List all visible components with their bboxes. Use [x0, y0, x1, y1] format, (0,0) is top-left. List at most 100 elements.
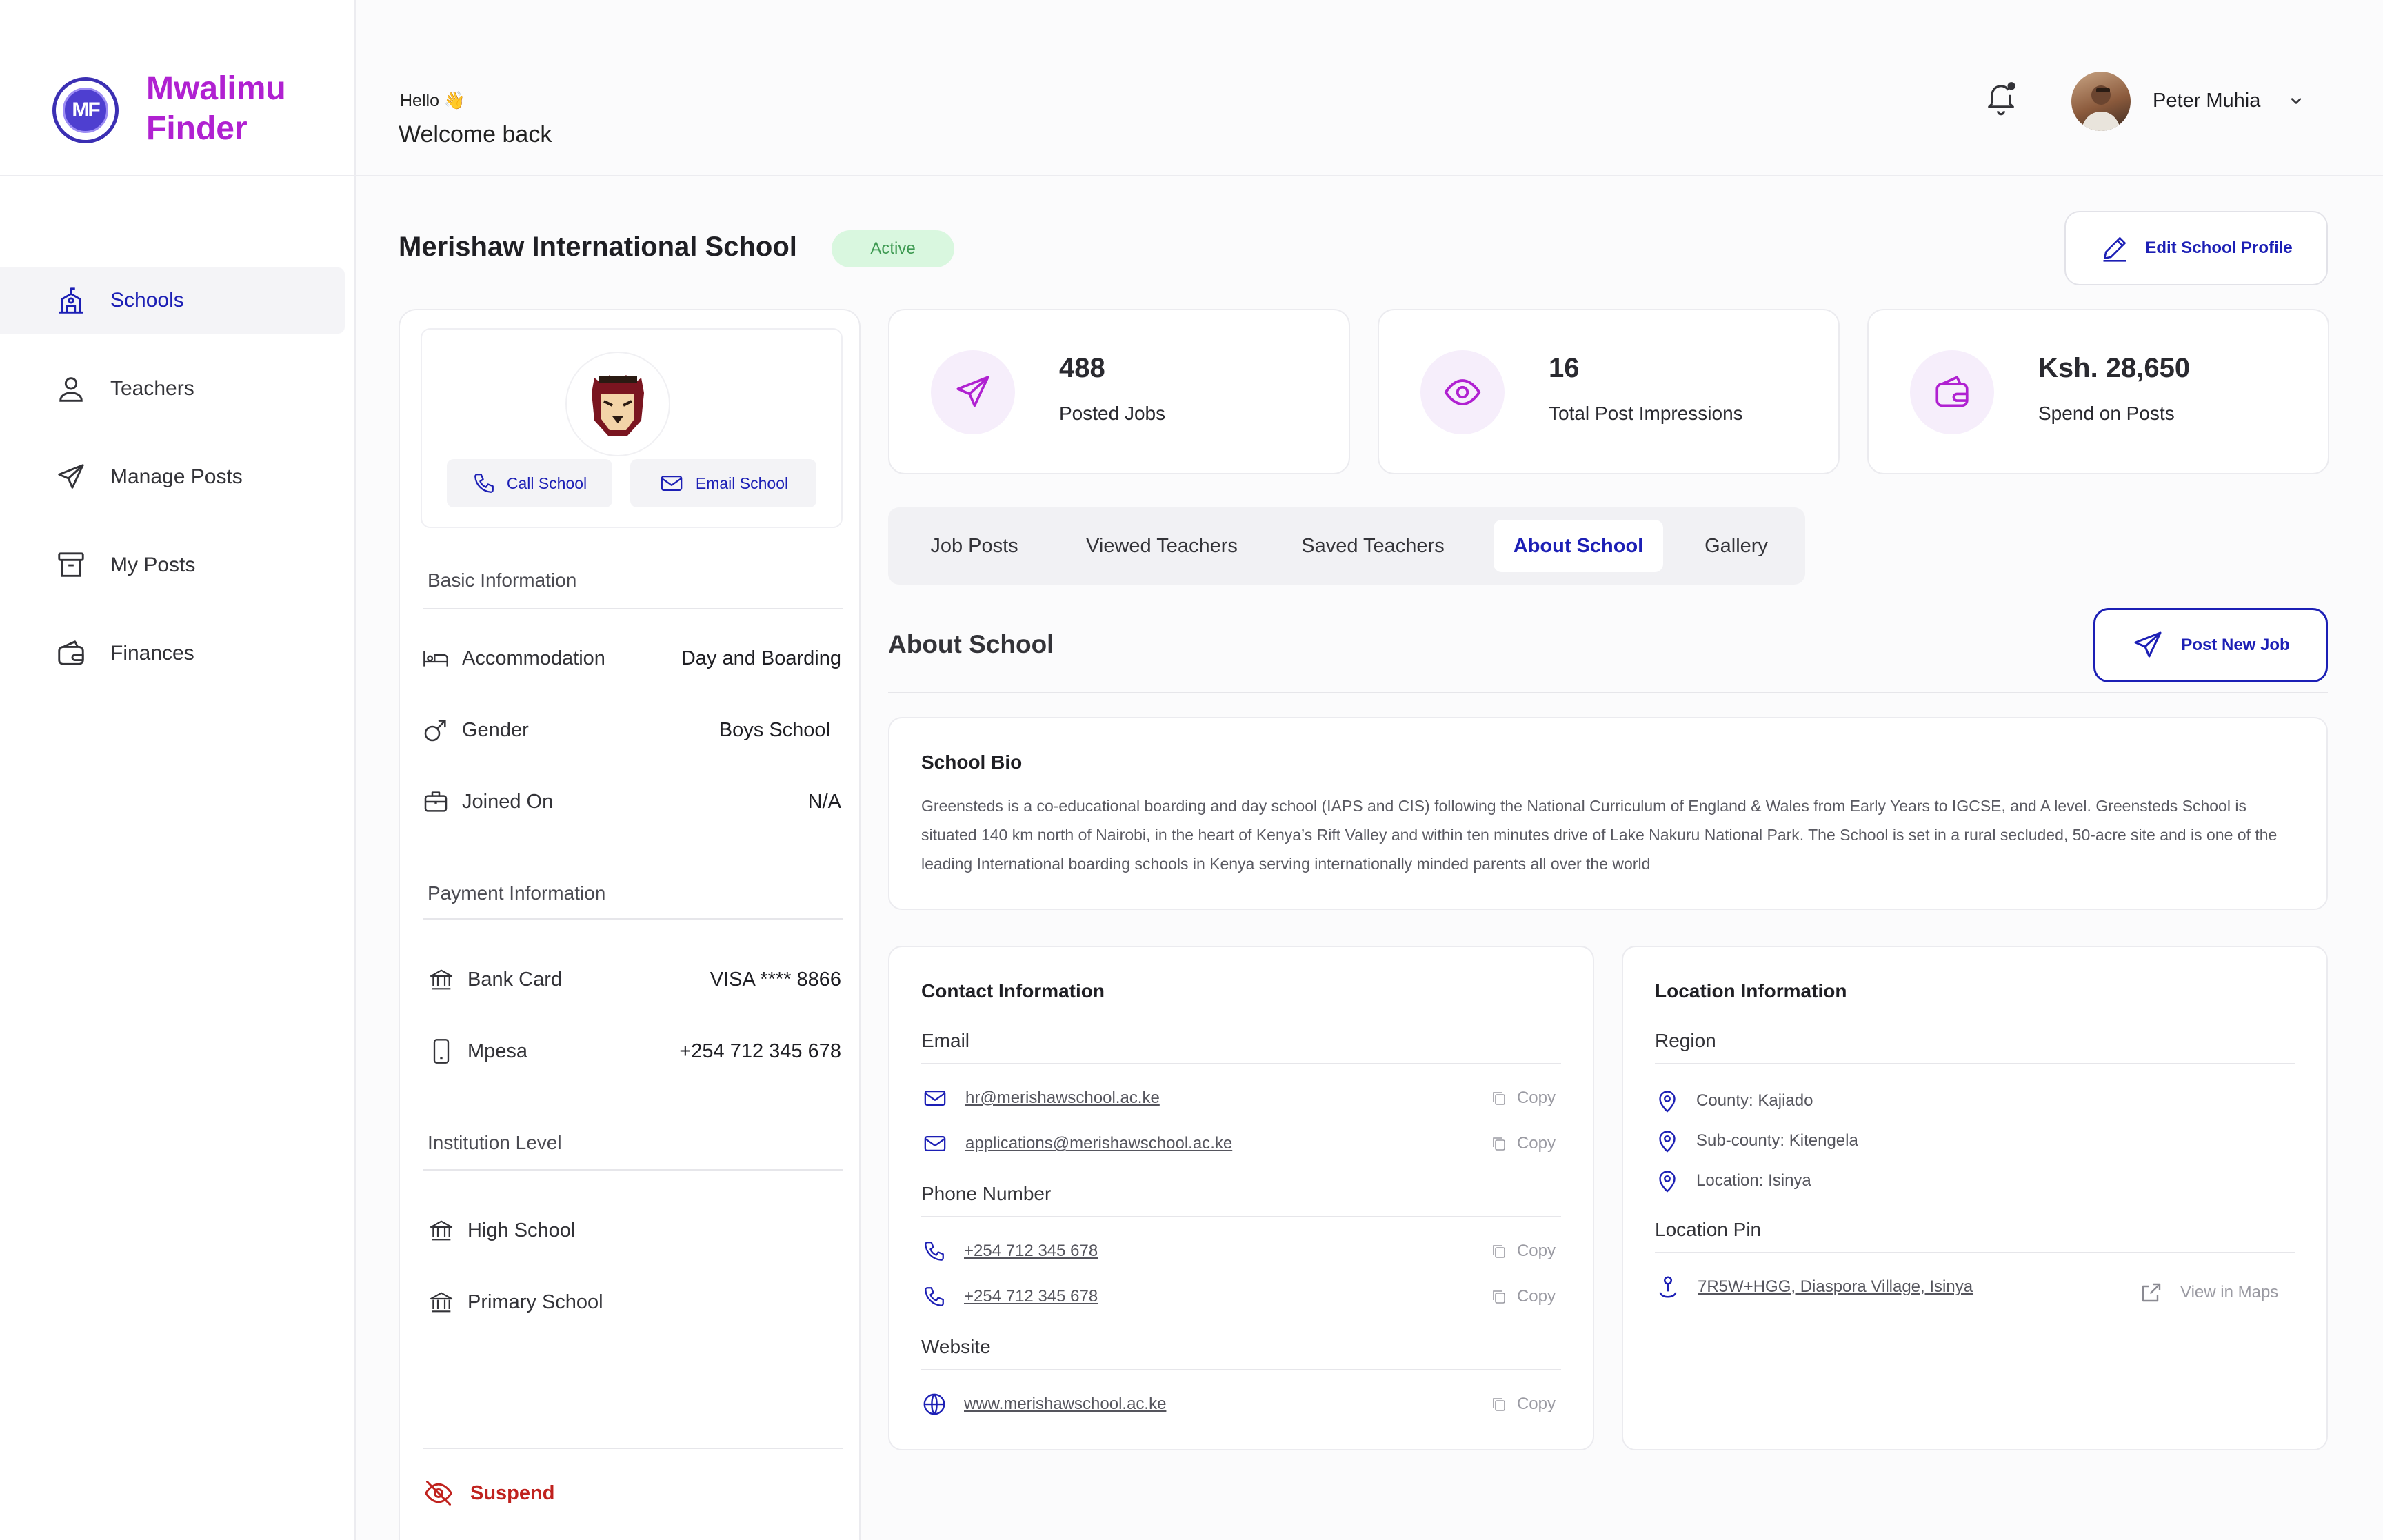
copy-button[interactable]: Copy [1491, 1242, 1556, 1261]
brand-name[interactable]: Mwalimu Finder [146, 69, 346, 149]
location-pin-link[interactable]: 7R5W+HGG, Diaspora Village, Isinya [1698, 1277, 1973, 1297]
wallet-icon [1935, 376, 1969, 407]
institution-level-item: Primary School [428, 1285, 841, 1319]
stat-card-spend: Ksh. 28,650 Spend on Posts [1867, 309, 2329, 474]
school-bio-text: Greensteds is a co-educational boarding … [921, 797, 2278, 873]
notification-bell-icon[interactable] [1983, 79, 2019, 117]
post-new-job-button[interactable]: Post New Job [2093, 608, 2328, 682]
archive-icon [58, 552, 84, 577]
mail-icon [661, 475, 683, 492]
tab-gallery[interactable]: Gallery [1674, 520, 1798, 572]
mail-icon [924, 1135, 946, 1152]
brand-logo[interactable]: MF [52, 77, 119, 143]
copy-label: Copy [1516, 1242, 1556, 1260]
divider [1655, 1252, 2295, 1253]
page-title: Merishaw International School [399, 232, 797, 262]
stat-value: 16 [1549, 353, 1580, 383]
wallet-icon [58, 640, 84, 665]
school-bio-title: School Bio [921, 751, 1023, 773]
copy-button[interactable]: Copy [1491, 1395, 1556, 1414]
location-pin-icon [1659, 1131, 1676, 1153]
stat-value: 488 [1059, 353, 1105, 383]
info-value: Day and Boarding [681, 647, 841, 669]
email-school-label: Email School [695, 474, 789, 492]
sidebar-item-label: Manage Posts [110, 465, 243, 488]
sidebar-item-label: Finances [110, 642, 194, 665]
sidebar-item-schools[interactable]: Schools [0, 267, 345, 334]
divider [423, 918, 843, 920]
email-row: hr@merishawschool.ac.ke Copy [921, 1081, 1556, 1115]
copy-label: Copy [1516, 1287, 1556, 1306]
phone-device-icon [433, 1039, 450, 1064]
location-pin-title: Location Pin [1655, 1219, 1762, 1240]
divider [423, 1169, 843, 1171]
tab-viewed-teachers[interactable]: Viewed Teachers [1060, 520, 1263, 572]
post-new-job-label: Post New Job [2181, 636, 2290, 654]
location-info-card [1622, 946, 2328, 1450]
copy-icon [1493, 1092, 1505, 1105]
sidebar-item-label: Teachers [110, 377, 194, 400]
divider [1655, 1063, 2295, 1064]
location-pin-icon [1659, 1171, 1676, 1193]
sidebar-item-teachers[interactable]: Teachers [0, 356, 345, 422]
tab-about-school[interactable]: About School [1494, 520, 1663, 572]
sidebar-item-label: My Posts [110, 554, 196, 576]
sidebar-item-my-posts[interactable]: My Posts [0, 532, 345, 598]
user-name[interactable]: Peter Muhia [2153, 90, 2260, 112]
basic-info-title: Basic Information [428, 569, 577, 591]
chevron-down-icon[interactable] [2286, 91, 2306, 110]
tab-saved-teachers[interactable]: Saved Teachers [1273, 520, 1473, 572]
map-pin-icon [1659, 1276, 1677, 1298]
header-divider [356, 175, 2383, 176]
phone-row: +254 712 345 678 Copy [921, 1279, 1556, 1314]
sidebar-item-manage-posts[interactable]: Manage Posts [0, 444, 345, 510]
divider [888, 692, 2328, 693]
institution-level-item: High School [428, 1213, 841, 1248]
divider [921, 1063, 1561, 1064]
website-title: Website [921, 1336, 991, 1357]
website-link[interactable]: www.merishawschool.ac.ke [964, 1395, 1166, 1414]
call-school-button[interactable]: Call School [447, 459, 612, 507]
phone-icon [474, 474, 494, 493]
copy-button[interactable]: Copy [1491, 1134, 1556, 1153]
email-link[interactable]: applications@merishawschool.ac.ke [965, 1134, 1232, 1153]
copy-icon [1493, 1290, 1505, 1304]
divider [423, 1448, 843, 1449]
location-info-title: Location Information [1655, 980, 1847, 1002]
phone-link[interactable]: +254 712 345 678 [964, 1242, 1098, 1261]
copy-icon [1493, 1245, 1505, 1258]
view-in-maps-button[interactable]: View in Maps [2139, 1275, 2278, 1310]
copy-label: Copy [1516, 1088, 1556, 1107]
call-school-label: Call School [506, 474, 587, 492]
phone-icon [925, 1242, 944, 1261]
info-row-bank-card: Bank Card VISA **** 8866 [428, 962, 841, 997]
external-link-icon [2142, 1283, 2161, 1302]
email-link[interactable]: hr@merishawschool.ac.ke [965, 1088, 1160, 1108]
email-school-button[interactable]: Email School [630, 459, 816, 507]
contact-info-title: Contact Information [921, 980, 1105, 1002]
globe-icon [923, 1393, 945, 1415]
edit-school-profile-label: Edit School Profile [2145, 239, 2293, 257]
stat-value: Ksh. 28,650 [2038, 353, 2191, 383]
region-row: County: Kajiado [1655, 1084, 1813, 1118]
edit-school-profile-button[interactable]: Edit School Profile [2064, 211, 2328, 285]
sidebar-item-label: Schools [110, 289, 184, 312]
sidebar-item-finances[interactable]: Finances [0, 620, 345, 687]
copy-button[interactable]: Copy [1491, 1088, 1556, 1108]
location-pin-icon [1659, 1091, 1676, 1113]
payment-info-title: Payment Information [428, 882, 606, 904]
avatar[interactable] [2071, 72, 2131, 131]
stat-card-posted-jobs: 488 Posted Jobs [888, 309, 1350, 474]
info-row-accommodation: Accommodation Day and Boarding [422, 641, 841, 676]
copy-button[interactable]: Copy [1491, 1287, 1556, 1306]
tab-bar: Job Posts Viewed Teachers Saved Teachers… [888, 507, 1805, 585]
suspend-button[interactable]: Suspend [423, 1478, 554, 1508]
tab-job-posts[interactable]: Job Posts [898, 520, 1051, 572]
view-in-maps-label: View in Maps [2180, 1283, 2279, 1301]
info-value: N/A [807, 790, 841, 813]
school-icon [59, 287, 83, 314]
stat-icon-container [931, 350, 1015, 434]
phone-link[interactable]: +254 712 345 678 [964, 1287, 1098, 1306]
info-label: Gender [462, 718, 529, 741]
institution-level-title: Institution Level [428, 1132, 562, 1153]
